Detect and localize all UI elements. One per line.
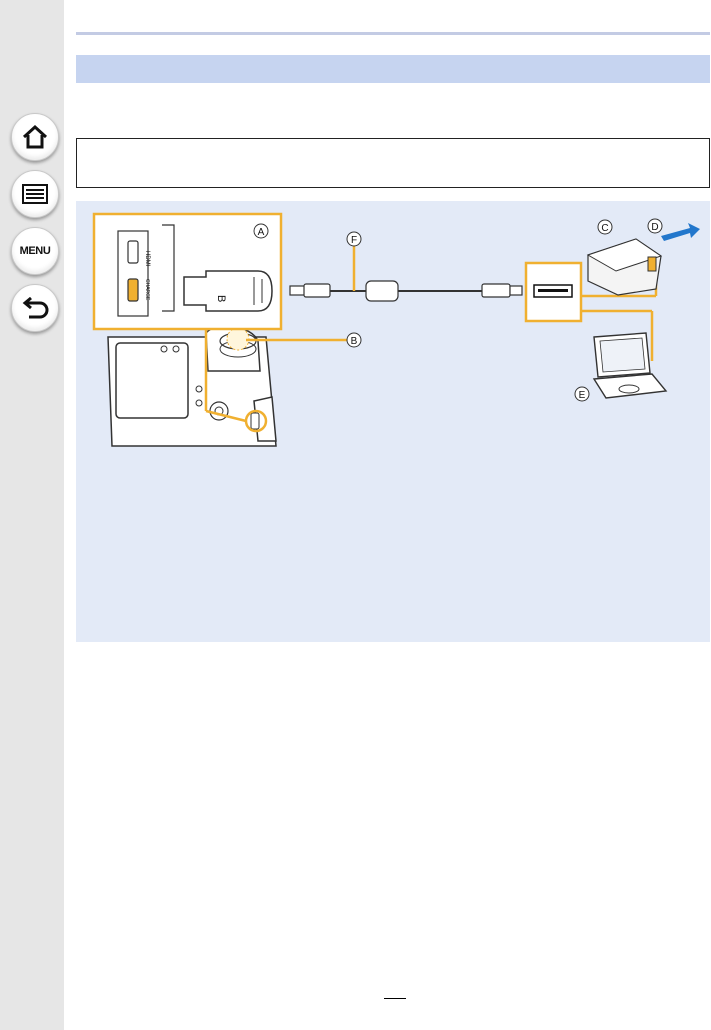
ac-adaptor: C D: [586, 218, 700, 296]
label-a: A: [258, 227, 265, 238]
page-number: [384, 996, 406, 1008]
list-icon: [22, 184, 48, 204]
hdmi-label: HDMI: [144, 251, 150, 267]
menu-label: MENU: [19, 245, 51, 257]
label-e: E: [579, 390, 586, 401]
label-f: F: [351, 235, 357, 246]
plug-b-mark: B: [215, 295, 227, 302]
contents-button[interactable]: [11, 170, 59, 218]
usb-charge-label: CHARGE: [144, 279, 150, 301]
camera-rear-illustration: [107, 325, 277, 447]
label-d: D: [651, 222, 658, 233]
back-button[interactable]: [11, 284, 59, 332]
label-c: C: [601, 223, 608, 234]
micro-usb-plug: [183, 270, 273, 312]
home-icon: [22, 124, 48, 149]
back-arrow-icon: [22, 297, 49, 319]
camera-lcd-screen: [115, 342, 189, 419]
usb-connection-figure: HDMI CHARGE B A B F C D E: [76, 201, 710, 642]
ferrite-core: [365, 280, 399, 302]
note-box: [76, 138, 710, 188]
menu-button[interactable]: MENU: [11, 227, 59, 275]
label-b: B: [351, 336, 358, 347]
top-rule: [76, 32, 710, 35]
charging-lamp-highlight: [226, 327, 250, 351]
home-button[interactable]: [11, 113, 59, 161]
sidebar: MENU: [0, 0, 64, 1030]
hdmi-port: [127, 240, 139, 264]
section-header: [76, 55, 710, 83]
usb-charge-port: [127, 278, 139, 302]
connection-illustration: HDMI CHARGE B A B F C D E: [92, 212, 700, 447]
plug-in-arrow: [661, 223, 700, 241]
usb-cable: F: [289, 231, 523, 302]
